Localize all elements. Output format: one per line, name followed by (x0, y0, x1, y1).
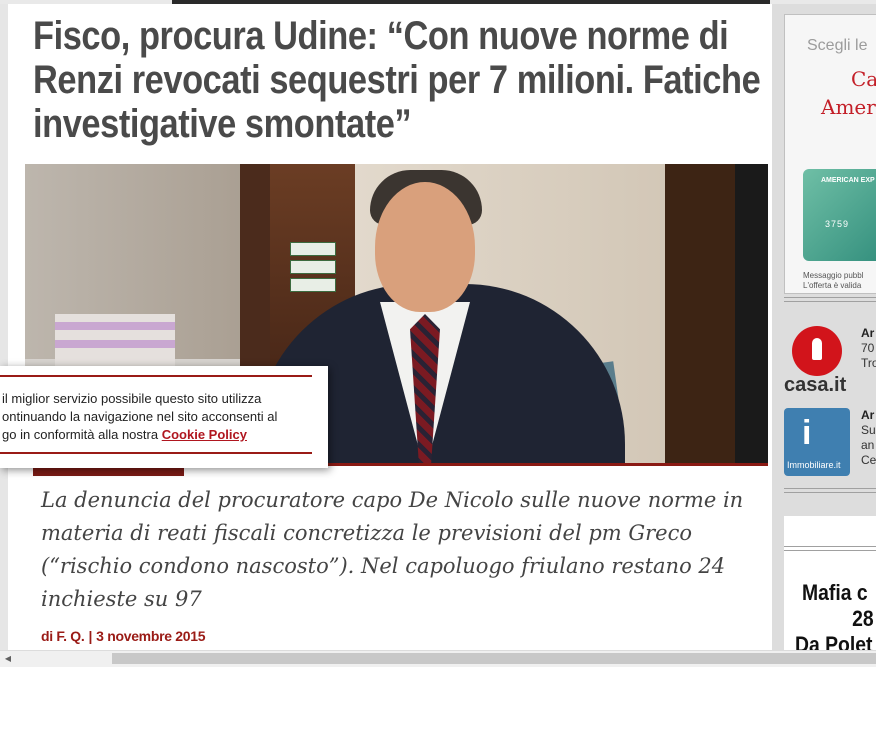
horizontal-scrollbar[interactable]: ◀ (0, 650, 876, 667)
casa-line-1: Ar (861, 326, 875, 340)
keyhole-icon (812, 338, 822, 360)
ad-fine-2: L'offerta è valida (803, 281, 862, 290)
author-link[interactable]: di F. Q. (41, 628, 85, 644)
sidebar: Scegli le Ca Amer AMERICAN EXP 3759 Mess… (772, 4, 876, 650)
cookie-line-top (0, 375, 312, 377)
article-date: 3 novembre 2015 (96, 628, 206, 644)
cookie-line-2: ontinuando la navigazione nel sito accon… (2, 409, 278, 424)
house-icon: i (802, 414, 812, 452)
cookie-text: il miglior servizio possibile questo sit… (2, 390, 320, 444)
promo-line-3: Da Polet (794, 632, 873, 650)
promo-divider (784, 546, 876, 551)
promo-headline[interactable]: Mafia c 28 Da Polet (795, 580, 874, 650)
casa-logo[interactable]: casa.it (784, 326, 850, 396)
cookie-line-bottom (0, 452, 312, 454)
left-border (0, 4, 8, 650)
cookie-banner: il miglior servizio possibile questo sit… (0, 366, 328, 468)
immobiliare-listing-text[interactable]: Ar Su an Ce (861, 408, 876, 468)
hero-paper-stripe (55, 340, 175, 348)
promo-line-2: 28 (852, 606, 874, 631)
hero-edge (735, 164, 768, 466)
cookie-line-3: go in conformità alla nostra (2, 427, 159, 442)
ad-line-3: Amer (821, 95, 876, 119)
article-headline[interactable]: Fisco, procura Udine: “Con nuove norme d… (33, 14, 764, 146)
ad-line-2: Ca (851, 67, 876, 91)
casa-listing-text[interactable]: Ar 70 Tro (861, 326, 876, 371)
ad-fine-print: Messaggio pubbl L'offerta è valida (803, 271, 863, 291)
casa-line-3: Tro (861, 356, 876, 370)
immo-line-2: Su (861, 423, 876, 437)
immobiliare-logo[interactable]: i Immobiliare.it (784, 408, 850, 476)
immo-line-1: Ar (861, 408, 875, 422)
hero-book (290, 260, 336, 274)
byline-separator: | (88, 628, 93, 644)
casa-logo-text: casa.it (784, 374, 847, 396)
card-brand: AMERICAN EXP (821, 177, 875, 184)
card-number: 3759 (825, 219, 850, 229)
immo-line-3: an (861, 438, 875, 452)
promo-line-1: Mafia c (802, 580, 868, 605)
casa-line-2: 70 (861, 341, 875, 355)
cookie-line-1: il miglior servizio possibile questo sit… (2, 391, 262, 406)
hero-frame (665, 164, 735, 466)
ad-fine-1: Messaggio pubbl (803, 271, 864, 280)
article-byline: di F. Q. | 3 novembre 2015 (41, 628, 206, 644)
scrollbar-thumb[interactable] (112, 653, 876, 664)
hero-book (290, 278, 336, 292)
immobiliare-logo-text: Immobiliare.it (787, 460, 841, 470)
sidebar-divider (784, 488, 876, 493)
hero-person-face (375, 182, 475, 312)
immo-line-4: Ce (861, 453, 876, 467)
hero-book (290, 242, 336, 256)
article-summary: La denuncia del procuratore capo De Nico… (41, 488, 744, 611)
ad-line-1: Scegli le (807, 37, 868, 54)
amex-ad[interactable]: Scegli le Ca Amer AMERICAN EXP 3759 Mess… (784, 14, 876, 294)
sidebar-divider (784, 297, 876, 302)
scroll-left-icon[interactable]: ◀ (0, 651, 16, 667)
cookie-policy-link[interactable]: Cookie Policy (162, 427, 247, 442)
hero-paper-stripe (55, 322, 175, 330)
